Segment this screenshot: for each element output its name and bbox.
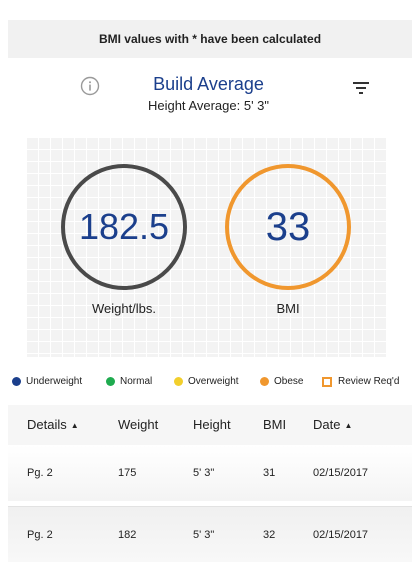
legend-item-obese: Obese (260, 376, 303, 387)
legend-label: Review Req'd (338, 376, 400, 387)
column-header-height: Height (193, 417, 231, 432)
legend-label: Normal (120, 376, 153, 387)
calculated-notice-banner: BMI values with * have been calculated (8, 20, 412, 58)
sort-caret-up-icon: ▲ (344, 421, 353, 430)
column-header-details[interactable]: Details ▲ (27, 417, 79, 432)
overweight-dot-icon (174, 377, 183, 386)
cell-height: 5' 3" (193, 529, 215, 541)
underweight-dot-icon (12, 377, 21, 386)
cell-date: 02/15/2017 (313, 529, 369, 541)
sort-caret-up-icon: ▲ (70, 421, 79, 430)
legend-label: Obese (274, 376, 304, 387)
height-average-subtitle: Height Average: 5' 3" (147, 98, 270, 113)
cell-weight: 175 (118, 467, 137, 479)
bmi-label: BMI (276, 301, 300, 316)
column-header-date[interactable]: Date ▲ (313, 417, 352, 432)
cell-height: 5' 3" (193, 467, 215, 479)
legend-label: Overweight (188, 376, 239, 387)
column-header-weight: Weight (118, 417, 158, 432)
build-average-header: Build Average Height Average: 5' 3" (0, 70, 417, 120)
cell-date: 02/15/2017 (313, 467, 369, 479)
legend-item-review-required: Review Req'd (322, 376, 399, 387)
bmi-value: 33 (265, 204, 311, 249)
review-square-icon (322, 376, 332, 387)
column-header-label: BMI (263, 417, 287, 432)
weight-ring: 182.5 (61, 164, 187, 290)
column-header-bmi: BMI (263, 417, 286, 432)
weight-value: 182.5 (78, 206, 170, 247)
cell-details: Pg. 2 (27, 467, 53, 479)
legend-item-underweight: Underweight (12, 376, 82, 387)
table-row[interactable]: Pg. 2 182 5' 3" 32 02/15/2017 (8, 506, 412, 562)
cell-weight: 182 (118, 529, 137, 541)
column-header-label: Weight (118, 417, 159, 432)
weight-label: Weight/lbs. (91, 301, 157, 316)
cell-bmi: 31 (263, 467, 276, 479)
cell-bmi: 32 (263, 529, 276, 541)
obese-dot-icon (260, 377, 269, 386)
bmi-legend: Underweight Normal Overweight Obese Revi… (0, 376, 417, 392)
table-header: Details ▲ Weight Height BMI Date ▲ (8, 405, 412, 445)
legend-item-normal: Normal (106, 376, 152, 387)
column-header-label: Details (27, 417, 67, 432)
legend-item-overweight: Overweight (174, 376, 239, 387)
legend-label: Underweight (26, 376, 83, 387)
column-header-label: Date (313, 417, 341, 432)
cell-details: Pg. 2 (27, 529, 53, 541)
table-row[interactable]: Pg. 2 175 5' 3" 31 02/15/2017 (8, 445, 412, 501)
bmi-ring: 33 (225, 164, 351, 290)
filter-icon[interactable] (352, 80, 370, 96)
normal-dot-icon (106, 377, 115, 386)
column-header-label: Height (193, 417, 231, 432)
banner-text: BMI values with * have been calculated (98, 32, 322, 46)
